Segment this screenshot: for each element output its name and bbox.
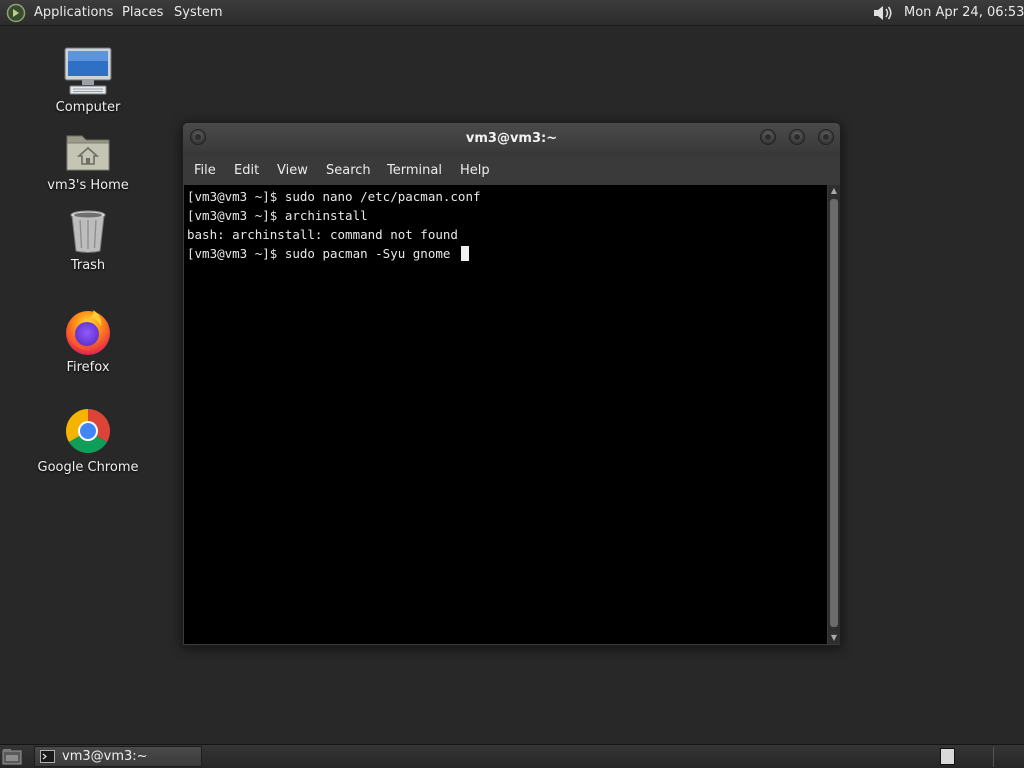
desktop-icon-trash[interactable]: Trash — [28, 208, 148, 273]
text-cursor — [460, 246, 469, 261]
terminal-prompt-line[interactable]: [vm3@vm3 ~]$ sudo pacman -Syu gnome — [187, 244, 469, 263]
terminal-icon — [40, 750, 55, 763]
scroll-up-icon[interactable]: ▲ — [828, 185, 840, 197]
menu-applications[interactable]: Applications — [34, 5, 113, 20]
maximize-button[interactable] — [789, 129, 805, 145]
menu-terminal[interactable]: Terminal — [387, 163, 442, 178]
minimize-button[interactable] — [760, 129, 776, 145]
clock[interactable]: Mon Apr 24, 06:53 — [904, 5, 1024, 20]
menu-edit[interactable]: Edit — [234, 163, 259, 178]
firefox-icon — [66, 310, 110, 355]
close-button[interactable] — [818, 129, 834, 145]
panel-separator — [993, 747, 994, 767]
menu-view[interactable]: View — [277, 163, 308, 178]
menu-search[interactable]: Search — [326, 163, 371, 178]
menu-file[interactable]: File — [194, 163, 216, 178]
terminal-output[interactable]: [vm3@vm3 ~]$ sudo nano /etc/pacman.conf … — [184, 185, 827, 644]
computer-icon — [64, 47, 112, 95]
desktop-icon-label: Trash — [70, 258, 106, 273]
workspace-switcher[interactable] — [940, 748, 955, 765]
desktop-icon-firefox[interactable]: Firefox — [28, 306, 148, 375]
terminal-menubar: File Edit View Search Terminal Help — [183, 155, 840, 185]
window-titlebar[interactable]: vm3@vm3:~ — [183, 123, 840, 155]
desktop-icon-computer[interactable]: Computer — [28, 46, 148, 115]
scrollbar-thumb[interactable] — [830, 199, 838, 627]
terminal-line: [vm3@vm3 ~]$ sudo nano /etc/pacman.conf — [187, 189, 481, 204]
taskbar-item-terminal[interactable]: vm3@vm3:~ — [34, 746, 202, 767]
desktop-icon-home[interactable]: vm3's Home — [28, 128, 148, 193]
menu-help[interactable]: Help — [460, 163, 490, 178]
menu-places[interactable]: Places — [122, 5, 163, 20]
terminal-window[interactable]: vm3@vm3:~ File Edit View Search Terminal… — [182, 122, 841, 646]
desktop-icon-label: Computer — [55, 100, 121, 115]
terminal-line: [vm3@vm3 ~]$ sudo pacman -Syu gnome — [187, 246, 458, 261]
menu-system[interactable]: System — [174, 5, 222, 20]
desktop-icon-chrome[interactable]: Google Chrome — [28, 406, 148, 475]
desktop-icon-label: vm3's Home — [47, 178, 129, 193]
desktop-icon-label: Firefox — [66, 360, 110, 375]
terminal-scrollbar[interactable]: ▲ ▼ — [828, 185, 840, 644]
desktop-icon-label: Google Chrome — [37, 460, 139, 475]
terminal-line: bash: archinstall: command not found — [187, 227, 458, 242]
show-desktop-icon[interactable] — [2, 748, 22, 765]
taskbar-item-label: vm3@vm3:~ — [62, 749, 148, 764]
scroll-down-icon[interactable]: ▼ — [828, 632, 840, 644]
home-folder-icon — [66, 135, 110, 171]
trash-icon — [70, 210, 106, 253]
window-title: vm3@vm3:~ — [465, 131, 558, 146]
bottom-panel: vm3@vm3:~ — [0, 744, 1024, 768]
chrome-icon — [66, 409, 111, 453]
distro-logo-icon[interactable] — [6, 3, 26, 23]
terminal-line: [vm3@vm3 ~]$ archinstall — [187, 208, 368, 223]
top-panel: Applications Places System Mon Apr 24, 0… — [0, 0, 1024, 26]
volume-icon[interactable] — [871, 3, 895, 23]
